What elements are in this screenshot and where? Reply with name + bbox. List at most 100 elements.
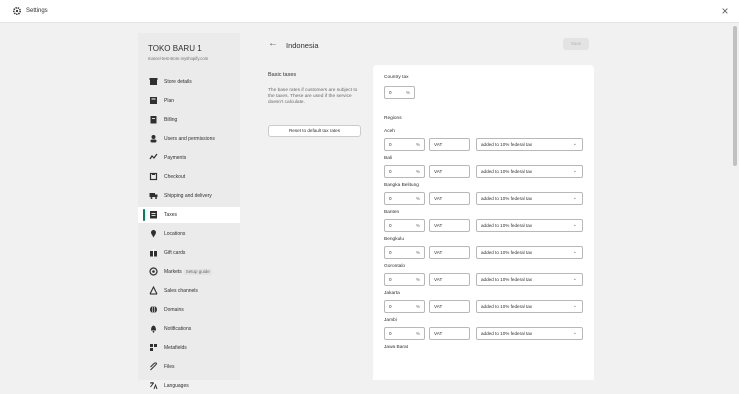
tax-name-value: VAT — [434, 277, 443, 282]
region-tax-method-select[interactable]: added to 10% federal tax ⌄ — [476, 300, 583, 313]
sidebar-item-checkout[interactable]: Checkout — [138, 169, 240, 185]
sidebar-item-payments[interactable]: Payments — [138, 150, 240, 166]
region-tax-name-input[interactable]: VAT — [429, 219, 470, 232]
gear-icon — [12, 6, 22, 16]
sidebar-item-store-details[interactable]: Store details — [138, 74, 240, 90]
sidebar-item-label: Checkout — [164, 174, 186, 180]
sidebar-item-billing[interactable]: Billing — [138, 112, 240, 128]
rate-value: 0 — [389, 250, 392, 255]
chevron-down-icon: ⌄ — [572, 168, 577, 174]
plan-icon — [150, 97, 157, 104]
tax-method-value: added to 10% federal tax — [481, 250, 533, 255]
percent-suffix: % — [415, 277, 420, 282]
region-name-jambi: Jambi — [384, 318, 397, 323]
percent-suffix: % — [415, 196, 420, 201]
users-icon — [150, 135, 157, 143]
region-rate-input[interactable]: 0% — [384, 327, 425, 340]
chevron-down-icon: ⌄ — [572, 303, 577, 309]
sidebar-item-plan[interactable]: Plan — [138, 93, 240, 109]
chevron-down-icon: ⌄ — [572, 249, 577, 255]
rate-value: 0 — [389, 142, 392, 147]
region-rate-input[interactable]: 0% — [384, 192, 425, 205]
country-tax-value: 0 — [389, 90, 392, 95]
sidebar-item-locations[interactable]: Locations — [138, 226, 240, 242]
rate-value: 0 — [389, 196, 392, 201]
sales-channels-icon — [149, 286, 158, 295]
region-tax-method-select[interactable]: added to 10% federal tax ⌄ — [476, 192, 583, 205]
store-icon — [149, 78, 158, 85]
region-tax-name-input[interactable]: VAT — [429, 300, 470, 313]
region-tax-name-input[interactable]: VAT — [429, 327, 470, 340]
tax-rates-card: Country tax 0 % Regions Aceh 0% VAT added t… — [373, 65, 594, 380]
rate-value: 0 — [389, 223, 392, 228]
window-titlebar: Settings × — [0, 0, 739, 23]
tax-method-value: added to 10% federal tax — [481, 142, 533, 147]
region-tax-name-input[interactable]: VAT — [429, 273, 470, 286]
sidebar-item-users-and-permissions[interactable]: Users and permissions — [138, 131, 240, 147]
region-rate-input[interactable]: 0% — [384, 165, 425, 178]
languages-icon — [150, 382, 158, 390]
billing-icon — [150, 116, 157, 124]
region-rate-input[interactable]: 0% — [384, 273, 425, 286]
back-arrow-icon[interactable]: ← — [268, 39, 278, 49]
region-tax-name-input[interactable]: VAT — [429, 138, 470, 151]
reset-tax-rates-button[interactable]: Reset to default tax rates — [268, 125, 361, 137]
region-tax-method-select[interactable]: added to 10% federal tax ⌄ — [476, 246, 583, 259]
percent-suffix: % — [415, 169, 420, 174]
tax-name-value: VAT — [434, 223, 443, 228]
country-tax-input[interactable]: 0 % — [384, 86, 415, 99]
sidebar-item-metafields[interactable]: Metafields — [138, 340, 240, 356]
sidebar-item-shipping-and-delivery[interactable]: Shipping and delivery — [138, 188, 240, 204]
page-title: Indonesia — [286, 41, 319, 50]
store-name[interactable]: TOKO BARU 1 — [148, 44, 202, 53]
save-button[interactable]: Save — [563, 38, 589, 50]
sidebar-item-sales-channels[interactable]: Sales channels — [138, 283, 240, 299]
truck-icon — [149, 193, 158, 199]
region-rate-input[interactable]: 0% — [384, 300, 425, 313]
tax-name-value: VAT — [434, 250, 443, 255]
sidebar-item-label: Notifications — [164, 326, 192, 332]
region-tax-method-select[interactable]: added to 10% federal tax ⌄ — [476, 165, 583, 178]
chevron-down-icon: ⌄ — [572, 141, 577, 147]
region-name-bali: Bali — [384, 156, 392, 161]
region-name-gorontalo: Gorontalo — [384, 264, 406, 269]
sidebar-item-label: Gift cards — [164, 250, 186, 256]
gift-icon — [150, 249, 157, 257]
country-tax-label: Country tax — [384, 75, 409, 80]
sidebar-item-languages[interactable]: Languages — [138, 378, 240, 394]
taxes-icon — [150, 211, 157, 219]
region-rate-input[interactable]: 0% — [384, 138, 425, 151]
sidebar-item-files[interactable]: Files — [138, 359, 240, 375]
sidebar-item-label: Markets Setup guide — [164, 269, 212, 275]
sidebar-item-label: Metafields — [164, 345, 187, 351]
regions-label: Regions — [384, 116, 402, 121]
sidebar-item-domains[interactable]: Domains — [138, 302, 240, 318]
region-tax-method-select[interactable]: added to 10% federal tax ⌄ — [476, 138, 583, 151]
region-rate-input[interactable]: 0% — [384, 219, 425, 232]
sidebar-item-markets[interactable]: Markets Setup guide — [138, 264, 240, 280]
region-tax-method-select[interactable]: added to 10% federal tax ⌄ — [476, 273, 583, 286]
tax-name-value: VAT — [434, 331, 443, 336]
tax-name-value: VAT — [434, 304, 443, 309]
region-tax-name-input[interactable]: VAT — [429, 165, 470, 178]
sidebar-item-gift-cards[interactable]: Gift cards — [138, 245, 240, 261]
close-icon[interactable]: × — [719, 4, 731, 18]
tax-name-value: VAT — [434, 196, 443, 201]
tax-method-value: added to 10% federal tax — [481, 277, 533, 282]
region-rate-input[interactable]: 0% — [384, 246, 425, 259]
percent-suffix: % — [415, 250, 420, 255]
payments-icon — [149, 153, 158, 160]
sidebar-item-label: Shipping and delivery — [164, 193, 212, 199]
sidebar-item-label: Store details — [164, 79, 192, 85]
region-tax-method-select[interactable]: added to 10% federal tax ⌄ — [476, 219, 583, 232]
scrollbar-thumb[interactable] — [733, 26, 737, 166]
settings-sidebar: TOKO BARU 1 marcel-test-store.myshopify.… — [138, 33, 240, 390]
region-tax-name-input[interactable]: VAT — [429, 192, 470, 205]
region-tax-method-select[interactable]: added to 10% federal tax ⌄ — [476, 327, 583, 340]
sidebar-item-notifications[interactable]: Notifications — [138, 321, 240, 337]
active-indicator — [143, 209, 145, 221]
region-tax-name-input[interactable]: VAT — [429, 246, 470, 259]
sidebar-item-label: Payments — [164, 155, 187, 161]
sidebar-item-taxes[interactable]: Taxes — [138, 207, 240, 223]
setup-guide-badge: Setup guide — [183, 269, 212, 275]
